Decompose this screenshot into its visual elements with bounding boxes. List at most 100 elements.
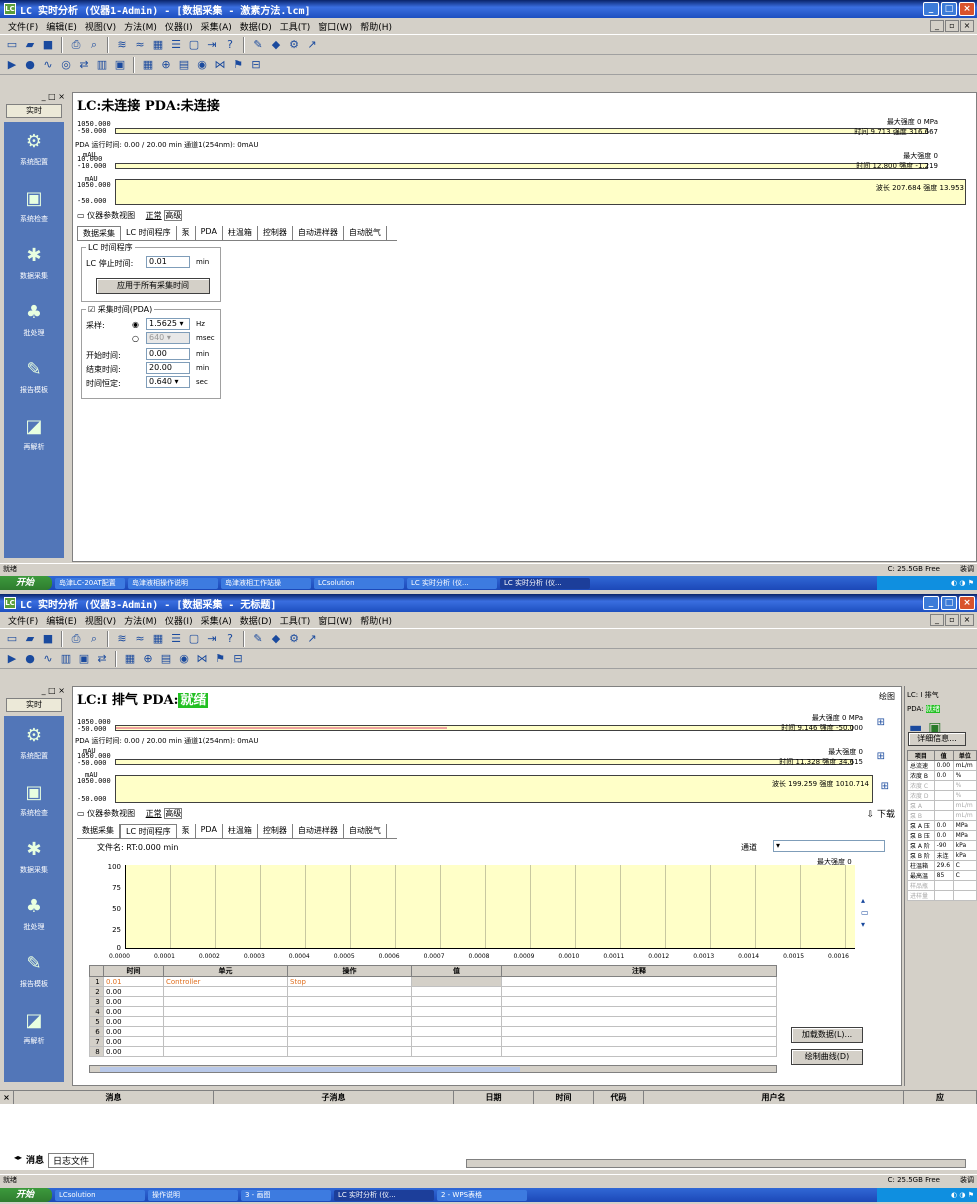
zoom-icon[interactable]: ⊞ [877, 717, 885, 728]
tab-log-file[interactable]: 日志文件 [48, 1153, 95, 1168]
oven-icon[interactable]: ▤ [176, 57, 192, 73]
menu-view[interactable]: 视图(V) [81, 614, 120, 627]
start-time-input[interactable]: 0.00 [146, 348, 190, 360]
menu-edit[interactable]: 编辑(E) [42, 614, 81, 627]
chart2-icon[interactable]: ≈ [132, 631, 148, 647]
report-template-item[interactable]: ✎ 报告模板 [4, 944, 64, 1001]
realtime-tab[interactable]: 实时 [6, 698, 62, 712]
col-username[interactable]: 用户名 [644, 1091, 904, 1104]
normal-mode-button[interactable]: 正常 [146, 809, 162, 818]
menu-help[interactable]: 帮助(H) [356, 20, 396, 33]
task-item[interactable]: 2 - WPS表格 [437, 1189, 527, 1201]
data-acquisition-item[interactable]: ✱ 数据采集 [4, 236, 64, 293]
gear-icon[interactable]: ⚙ [286, 631, 302, 647]
baseline-icon[interactable]: ∿ [40, 57, 56, 73]
table-row[interactable]: 1 0.01 Controller Stop [89, 976, 777, 987]
sampling-radio-msec[interactable]: ○ [132, 334, 139, 343]
menu-instrument[interactable]: 仪器(I) [161, 614, 197, 627]
tab-controller[interactable]: 控制器 [258, 226, 293, 240]
connect-icon[interactable]: ⇄ [94, 651, 110, 667]
task-item[interactable]: 岛津LC-20AT配置 [55, 577, 125, 589]
table-row[interactable]: 4 0.00 [89, 1006, 777, 1017]
detector-icon[interactable]: ◉ [194, 57, 210, 73]
menu-method[interactable]: 方法(M) [120, 614, 161, 627]
instrument-icon[interactable]: ▥ [94, 57, 110, 73]
menu-method[interactable]: 方法(M) [120, 20, 161, 33]
table-row[interactable]: 7 0.00 [89, 1036, 777, 1047]
cursor-icon[interactable]: ↗ [304, 37, 320, 53]
layout-icon[interactable]: ▦ [150, 37, 166, 53]
tab-pda[interactable]: PDA [196, 226, 223, 240]
zoom-icon[interactable]: ⊞ [881, 781, 889, 792]
menu-acquire[interactable]: 采集(A) [197, 614, 236, 627]
task-item[interactable]: LC 实时分析 (仪... [334, 1189, 434, 1201]
batch-item[interactable]: ♣ 批处理 [4, 293, 64, 350]
tab-data-acq[interactable]: 数据采集 [77, 824, 120, 838]
chart-icon[interactable]: ≋ [114, 631, 130, 647]
grid-icon[interactable]: ▦ [140, 57, 156, 73]
tab-pda[interactable]: PDA [196, 824, 223, 838]
advanced-mode-button[interactable]: 高级 [164, 808, 183, 819]
menu-file[interactable]: 文件(F) [4, 20, 42, 33]
tab-oven[interactable]: 柱温箱 [223, 824, 258, 838]
task-item[interactable]: LC 实时分析 (仪... [407, 577, 497, 589]
mdi-close-button[interactable]: × [960, 20, 974, 32]
list-icon[interactable]: ☰ [168, 37, 184, 53]
diamond-icon[interactable]: ◆ [268, 37, 284, 53]
tab-degasser[interactable]: 自动脱气 [344, 824, 387, 838]
channel-select[interactable]: ▾ [773, 840, 885, 852]
menu-tools[interactable]: 工具(T) [276, 20, 315, 33]
mdi-restore-button[interactable]: ▫ [945, 614, 959, 626]
run-icon[interactable]: ▶ [4, 57, 20, 73]
table-row[interactable]: 5 0.00 [89, 1016, 777, 1027]
chart-icon[interactable]: ≋ [114, 37, 130, 53]
save-icon[interactable]: ■ [40, 631, 56, 647]
tab-data-acq[interactable]: 数据采集 [77, 226, 121, 240]
print-icon[interactable]: ⎙ [68, 631, 84, 647]
output-hscrollbar[interactable] [466, 1159, 966, 1168]
cursor-icon[interactable]: ↗ [304, 631, 320, 647]
tab-autosampler[interactable]: 自动进样器 [293, 226, 344, 240]
print-icon[interactable]: ⎙ [68, 37, 84, 53]
col-date[interactable]: 日期 [454, 1091, 534, 1104]
menu-help[interactable]: 帮助(H) [356, 614, 396, 627]
task-item[interactable]: 岛津液相操作说明 [128, 577, 218, 589]
msec-select[interactable]: 640 ▾ [146, 332, 190, 344]
menu-file[interactable]: 文件(F) [4, 614, 42, 627]
reanalysis-item[interactable]: ◪ 再解析 [4, 407, 64, 464]
close-button[interactable]: × [959, 596, 975, 610]
baseline-icon[interactable]: ∿ [40, 651, 56, 667]
sampling-select[interactable]: 1.5625 ▾ [146, 318, 190, 330]
title-bar[interactable]: LC LC 实时分析 (仪器1-Admin) - [数据采集 - 激素方法.lc… [0, 0, 977, 18]
minimize-button[interactable]: _ [923, 596, 939, 610]
open-folder-icon[interactable]: ▰ [22, 37, 38, 53]
realtime-tab[interactable]: 实时 [6, 104, 62, 118]
arrow-icon[interactable]: ⇥ [204, 631, 220, 647]
window-icon[interactable]: ▢ [186, 631, 202, 647]
open-folder-icon[interactable]: ▰ [22, 631, 38, 647]
new-file-icon[interactable]: ▭ [4, 37, 20, 53]
controller-icon[interactable]: ⚑ [230, 57, 246, 73]
menu-data[interactable]: 数据(D) [236, 614, 276, 627]
stop-icon[interactable]: ● [22, 57, 38, 73]
title-bar[interactable]: LC LC 实时分析 (仪器3-Admin) - [数据采集 - 无标题] _ … [0, 594, 977, 612]
col-submessage[interactable]: 子消息 [214, 1091, 454, 1104]
sampling-radio-hz[interactable]: ◉ [132, 320, 139, 329]
task-item[interactable]: LC 实时分析 (仪... [500, 577, 590, 589]
start-button[interactable]: 开始 [0, 576, 52, 590]
mdi-minimize-button[interactable]: _ [930, 614, 944, 626]
menu-data[interactable]: 数据(D) [236, 20, 276, 33]
apply-all-button[interactable]: 应用于所有采集时间 [96, 278, 210, 294]
data-acquisition-item[interactable]: ✱ 数据采集 [4, 830, 64, 887]
task-item[interactable]: LCsolution [55, 1189, 145, 1201]
tab-pump[interactable]: 泵 [177, 824, 196, 838]
menu-window[interactable]: 窗口(W) [314, 614, 356, 627]
download-button[interactable]: ⇩ 下载 [867, 807, 895, 820]
list-icon[interactable]: ☰ [168, 631, 184, 647]
monitor-icon[interactable]: ▣ [76, 651, 92, 667]
normal-mode-button[interactable]: 正常 [146, 211, 162, 220]
new-file-icon[interactable]: ▭ [4, 631, 20, 647]
maximize-button[interactable]: □ [941, 596, 957, 610]
menu-tools[interactable]: 工具(T) [276, 614, 315, 627]
menu-view[interactable]: 视图(V) [81, 20, 120, 33]
